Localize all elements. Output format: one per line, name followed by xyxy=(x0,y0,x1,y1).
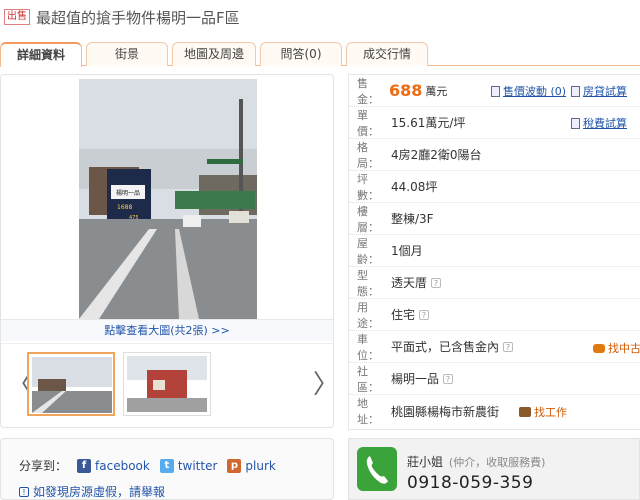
thumbnail-1[interactable] xyxy=(27,352,115,416)
report-label: 如發現房源虛假，請舉報 xyxy=(33,485,166,499)
area-label: 坪數： xyxy=(357,172,379,202)
report-link[interactable]: ! 如發現房源虛假，請舉報 xyxy=(19,483,165,500)
share-facebook[interactable]: f facebook xyxy=(77,458,150,473)
twitter-icon: t xyxy=(159,458,174,473)
share-label: 分享到： xyxy=(19,459,68,473)
unit-price-row: 單價： 15.61萬元/坪 稅費試算 xyxy=(349,107,640,139)
address-label: 地址： xyxy=(357,397,379,426)
main-photo[interactable]: 楊明一品 1688 475 xyxy=(79,79,257,319)
parking-label: 車位： xyxy=(357,332,379,362)
find-job-link[interactable]: 找工作 xyxy=(519,404,567,420)
community-value: 楊明一品 xyxy=(391,372,440,386)
next-photo-arrow[interactable]: 〉 xyxy=(313,364,339,401)
thumbnail-2[interactable] xyxy=(123,352,211,416)
share-plurk[interactable]: p plurk xyxy=(227,458,276,473)
floor-row: 樓層： 整棟/3F xyxy=(349,203,640,235)
type-label: 型態： xyxy=(357,268,379,298)
car-icon xyxy=(593,343,605,353)
help-icon[interactable]: ? xyxy=(443,373,454,384)
briefcase-icon xyxy=(519,407,531,417)
tab-qa[interactable]: 問答(0) xyxy=(260,42,342,66)
share-row: 分享到： f facebook t twitter p plurk xyxy=(19,457,276,474)
usage-label: 用途： xyxy=(357,300,379,330)
address-row: 地址： 桃園縣楊梅市新農街 找工作 xyxy=(349,395,640,427)
calculator-icon xyxy=(571,117,580,129)
age-value: 1個月 xyxy=(391,244,423,258)
community-row: 社區： 楊明一品 ? xyxy=(349,363,640,395)
floor-value: 整棟/3F xyxy=(391,212,434,226)
agent-note: (仲介，收取服務費) xyxy=(448,456,546,469)
sign-number-1: 1688 xyxy=(117,204,132,211)
page-title: 最超值的搶手物件楊明一品F區 xyxy=(36,8,240,27)
price-label: 售金： xyxy=(357,76,379,106)
age-row: 屋齡： 1個月 xyxy=(349,235,640,267)
report-icon: ! xyxy=(19,486,29,497)
community-label: 社區： xyxy=(357,364,379,394)
help-icon[interactable]: ? xyxy=(431,277,442,288)
unit-price-label: 單價： xyxy=(357,108,379,138)
age-label: 屋齡： xyxy=(357,236,379,266)
tab-street-view[interactable]: 街景 xyxy=(86,42,168,66)
tab-details[interactable]: 詳細資料 xyxy=(0,42,82,67)
view-large-photo-link[interactable]: 點擊查看大圖(共2張) >> xyxy=(1,319,333,341)
floor-label: 樓層： xyxy=(357,204,379,234)
tax-calc-link[interactable]: 稅費試算 xyxy=(571,115,627,131)
sign-label: 楊明一品 xyxy=(116,189,140,197)
share-plurk-label: plurk xyxy=(245,458,276,473)
agent-contact: 莊小姐 (仲介，收取服務費) 0918-059-359 xyxy=(348,438,640,500)
price-value: 688 xyxy=(389,81,423,100)
address-value: 桃園縣楊梅市新農街 xyxy=(391,404,500,419)
agent-name: 莊小姐 xyxy=(407,455,444,469)
property-info: 售金： 688 萬元 售價波動 (0) 房貸試算 單價： 15.61萬元/坪 稅… xyxy=(348,74,640,430)
loan-calc-link[interactable]: 房貸試算 xyxy=(571,83,627,99)
help-icon[interactable]: ? xyxy=(503,341,514,352)
usage-row: 用途： 住宅 ? xyxy=(349,299,640,331)
layout-label: 格局： xyxy=(357,140,379,170)
layout-value: 4房2廳2衛0陽台 xyxy=(391,148,482,162)
phone-icon xyxy=(357,447,397,491)
find-used-car-link[interactable]: 找中古 xyxy=(593,340,640,356)
agent-phone[interactable]: 0918-059-359 xyxy=(407,473,533,493)
price-history-link[interactable]: 售價波動 (0) xyxy=(491,83,566,99)
usage-value: 住宅 xyxy=(391,308,416,322)
price-row: 售金： 688 萬元 售價波動 (0) 房貸試算 xyxy=(349,75,640,107)
facebook-icon: f xyxy=(77,458,92,473)
document-icon xyxy=(491,85,500,97)
share-twitter-label: twitter xyxy=(177,458,218,473)
share-box: 分享到： f facebook t twitter p plurk ! 如發現房… xyxy=(0,438,334,500)
layout-row: 格局： 4房2廳2衛0陽台 xyxy=(349,139,640,171)
area-row: 坪數： 44.08坪 xyxy=(349,171,640,203)
sale-tag: 出售 xyxy=(4,9,30,25)
help-icon[interactable]: ? xyxy=(419,309,430,320)
photo-gallery: 楊明一品 1688 475 點擊查看大圖(共2張) >> 〈 〉 xyxy=(0,74,339,428)
thumbnail-strip: 〈 〉 xyxy=(1,343,339,427)
type-value: 透天厝 xyxy=(391,276,428,290)
unit-price-value: 15.61萬元/坪 xyxy=(391,116,466,130)
tab-map[interactable]: 地圖及周邊 xyxy=(172,42,256,66)
parking-value: 平面式，已含售金內 xyxy=(391,340,500,354)
price-unit: 萬元 xyxy=(425,84,448,98)
type-row: 型態： 透天厝 ? xyxy=(349,267,640,299)
listing-header: 出售 最超值的搶手物件楊明一品F區 xyxy=(4,6,240,28)
agent-name-line: 莊小姐 (仲介，收取服務費) xyxy=(407,453,545,470)
tab-transactions[interactable]: 成交行情 xyxy=(346,42,428,66)
share-facebook-label: facebook xyxy=(95,458,150,473)
tab-bar: 詳細資料 街景 地圖及周邊 問答(0) 成交行情 xyxy=(0,42,640,67)
share-twitter[interactable]: t twitter xyxy=(159,458,218,473)
calculator-icon xyxy=(571,85,580,97)
parking-row: 車位： 平面式，已含售金內 ? 找中古 xyxy=(349,331,640,363)
plurk-icon: p xyxy=(227,458,242,473)
area-value: 44.08坪 xyxy=(391,180,438,194)
